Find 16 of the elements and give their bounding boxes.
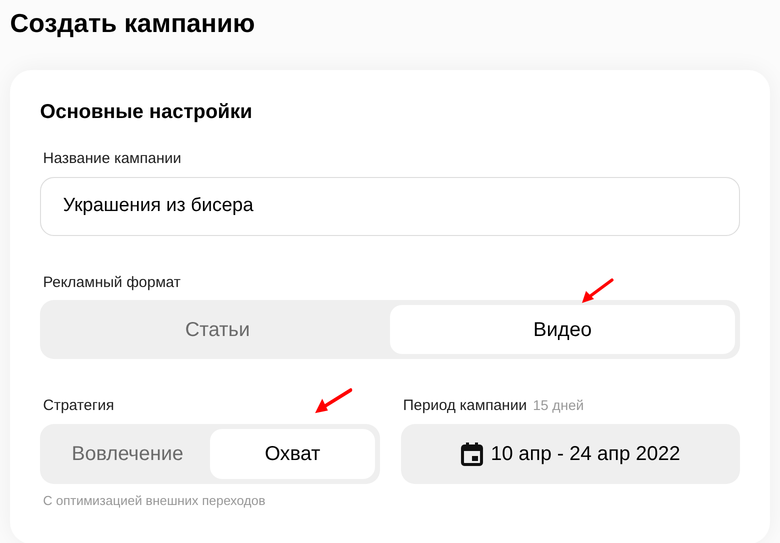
field-label: Название кампании: [43, 149, 182, 169]
annotation-arrow: [580, 278, 614, 304]
section-title: Основные настройки: [40, 100, 252, 124]
segment-tab[interactable]: Видео: [390, 305, 735, 354]
field-label: Рекламный формат: [43, 272, 181, 292]
segment-tab[interactable]: Вовлечение: [45, 428, 210, 478]
segment-tab[interactable]: Охват: [210, 428, 375, 478]
segment-tab[interactable]: Статьи: [45, 305, 390, 354]
calendar-icon: [460, 442, 483, 466]
hint-text: С оптимизацией внешних переходов: [43, 492, 266, 510]
field-label: Период кампании: [403, 396, 527, 416]
page-title: Создать кампанию: [10, 8, 255, 38]
campaign-name-field[interactable]: Украшения из бисера: [40, 176, 740, 236]
duration-text: 15 дней: [532, 396, 584, 415]
date-range-picker[interactable]: 10 апр - 24 апр 2022: [401, 424, 740, 484]
field-label: Стратегия: [43, 396, 114, 416]
